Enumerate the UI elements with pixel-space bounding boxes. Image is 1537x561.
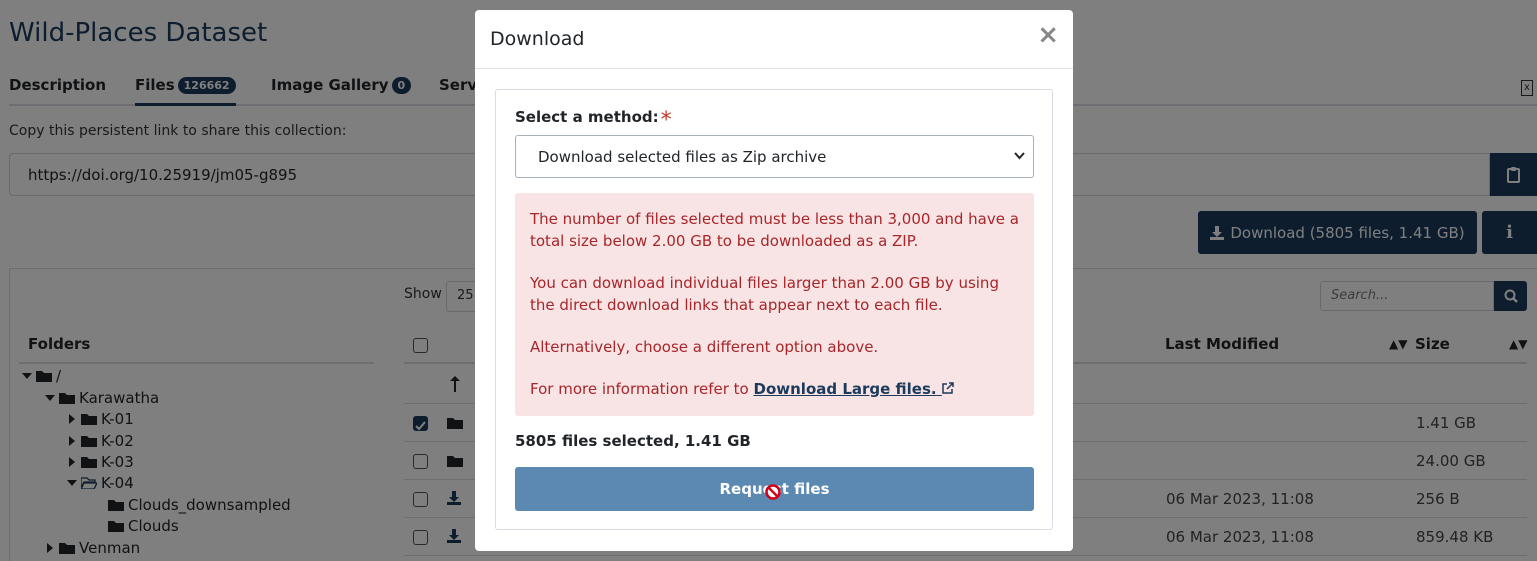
modal-title: Download <box>490 28 585 50</box>
modal-header: Download × <box>475 10 1073 69</box>
chevron-down-icon <box>1014 152 1025 160</box>
method-label: Select a method:* <box>515 108 672 133</box>
download-form: Select a method:* Download selected file… <box>495 89 1053 530</box>
alert-text: Alternatively, choose a different option… <box>530 338 879 356</box>
method-label-text: Select a method: <box>515 108 659 126</box>
external-link-icon <box>942 382 954 394</box>
required-mark: * <box>660 108 672 133</box>
close-icon[interactable]: × <box>1037 22 1059 48</box>
alert-text: You can download individual files larger… <box>530 274 999 314</box>
method-select[interactable]: Download selected files as Zip archive <box>515 135 1034 178</box>
selected-count: 5805 files selected, 1.41 GB <box>515 432 751 450</box>
alert-text: The number of files selected must be les… <box>530 210 1019 250</box>
zip-limit-alert: The number of files selected must be les… <box>515 193 1034 416</box>
not-allowed-cursor-icon <box>765 484 781 500</box>
link-label: Download Large files. <box>753 380 937 398</box>
download-large-files-link[interactable]: Download Large files. <box>754 380 954 398</box>
alert-link-prefix: For more information refer to <box>530 380 754 398</box>
method-select-value: Download selected files as Zip archive <box>538 148 827 166</box>
alert-text: For more information refer to Download L… <box>530 378 1019 400</box>
download-modal: Download × Select a method:* Download se… <box>475 10 1073 551</box>
